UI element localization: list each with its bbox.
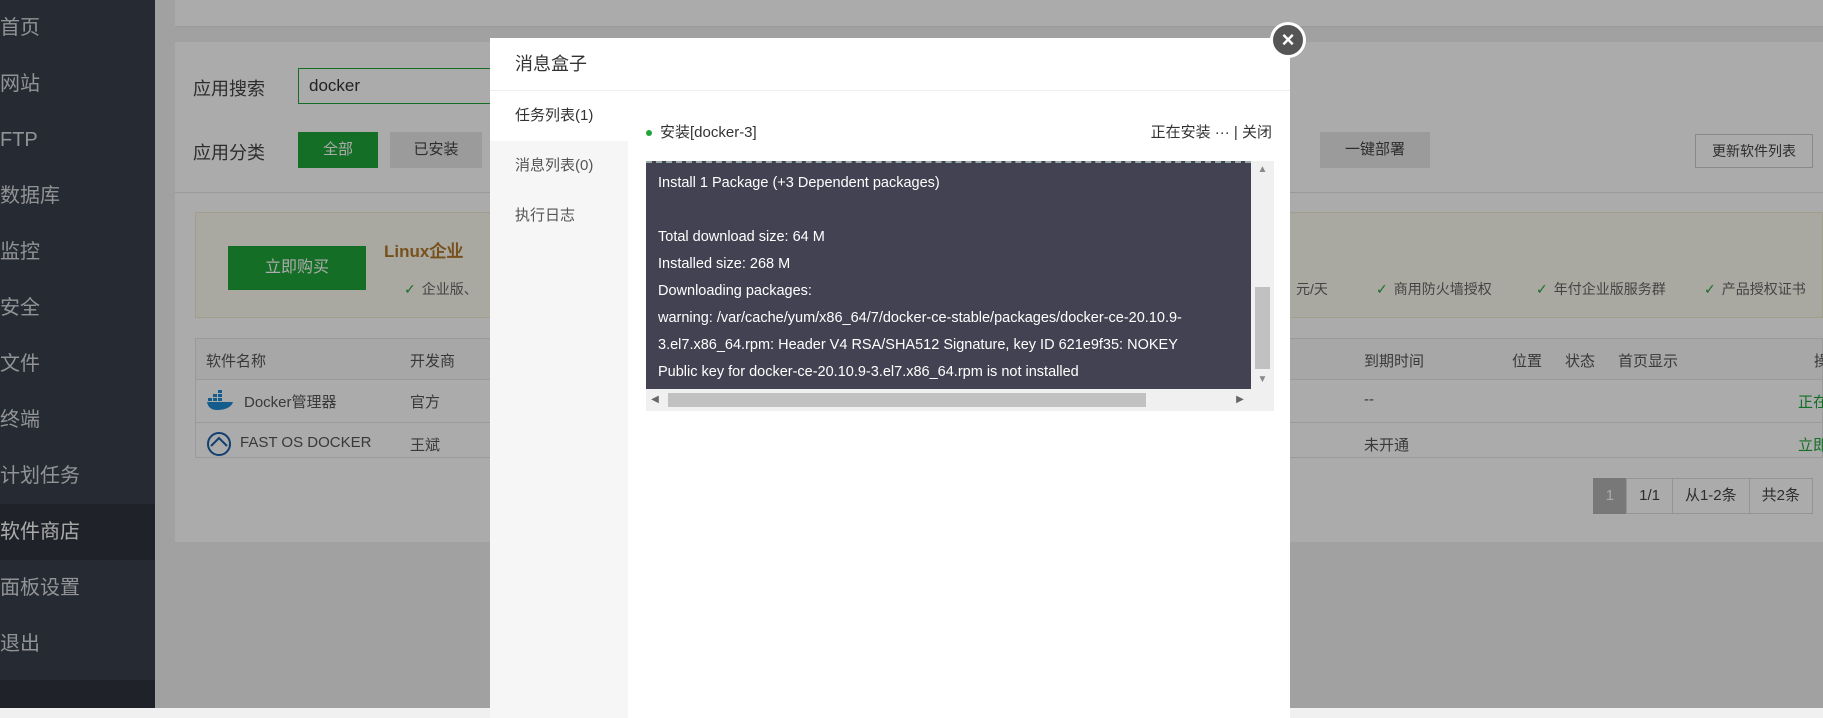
scroll-down-icon[interactable]: ▼ xyxy=(1251,371,1274,389)
task-panel: 安装[docker-3] 正在安装 ··· | 关闭 Install 1 Pac… xyxy=(628,91,1290,718)
scroll-left-icon[interactable]: ◀ xyxy=(646,389,664,411)
install-log-console[interactable]: Install 1 Package (+3 Dependent packages… xyxy=(646,161,1274,411)
task-name: 安装[docker-3] xyxy=(660,124,757,141)
console-line: warning: /var/cache/yum/x86_64/7/docker-… xyxy=(658,310,1182,326)
console-line: Total download size: 64 M xyxy=(658,229,825,245)
console-line: Installed size: 268 M xyxy=(658,256,791,272)
scroll-up-icon[interactable]: ▲ xyxy=(1251,161,1274,179)
console-line: 3.el7.x86_64.rpm: Header V4 RSA/SHA512 S… xyxy=(658,337,1178,353)
tab-message-list[interactable]: 消息列表(0) xyxy=(490,141,628,191)
task-item: 安装[docker-3] xyxy=(646,121,757,142)
message-box-dialog: 消息盒子 任务列表(1) 消息列表(0) 执行日志 安装[docker-3] 正… xyxy=(490,38,1290,718)
dialog-title: 消息盒子 xyxy=(490,38,1290,91)
console-line: Install 1 Package (+3 Dependent packages… xyxy=(658,175,940,191)
tab-task-list[interactable]: 任务列表(1) xyxy=(490,91,628,141)
task-close-link[interactable]: | 关闭 xyxy=(1234,124,1272,141)
vertical-scrollbar[interactable]: ▲ ▼ xyxy=(1251,161,1274,389)
console-output: Install 1 Package (+3 Dependent packages… xyxy=(646,161,1251,391)
scroll-thumb[interactable] xyxy=(668,393,1146,407)
console-line: Public key for docker-ce-20.10.9-3.el7.x… xyxy=(658,364,1079,380)
dialog-tabs: 任务列表(1) 消息列表(0) 执行日志 xyxy=(490,91,628,718)
scroll-right-icon[interactable]: ▶ xyxy=(1231,389,1249,411)
scroll-thumb[interactable] xyxy=(1255,287,1270,369)
console-line: Downloading packages: xyxy=(658,283,812,299)
task-status: 正在安装 ··· | 关闭 xyxy=(1151,121,1272,142)
close-icon[interactable]: × xyxy=(1270,22,1306,58)
horizontal-scrollbar[interactable]: ◀ ▶ xyxy=(646,389,1274,411)
status-dot-icon xyxy=(646,130,652,137)
task-progress-text: 正在安装 ··· xyxy=(1150,124,1230,141)
tab-execution-log[interactable]: 执行日志 xyxy=(490,191,628,241)
